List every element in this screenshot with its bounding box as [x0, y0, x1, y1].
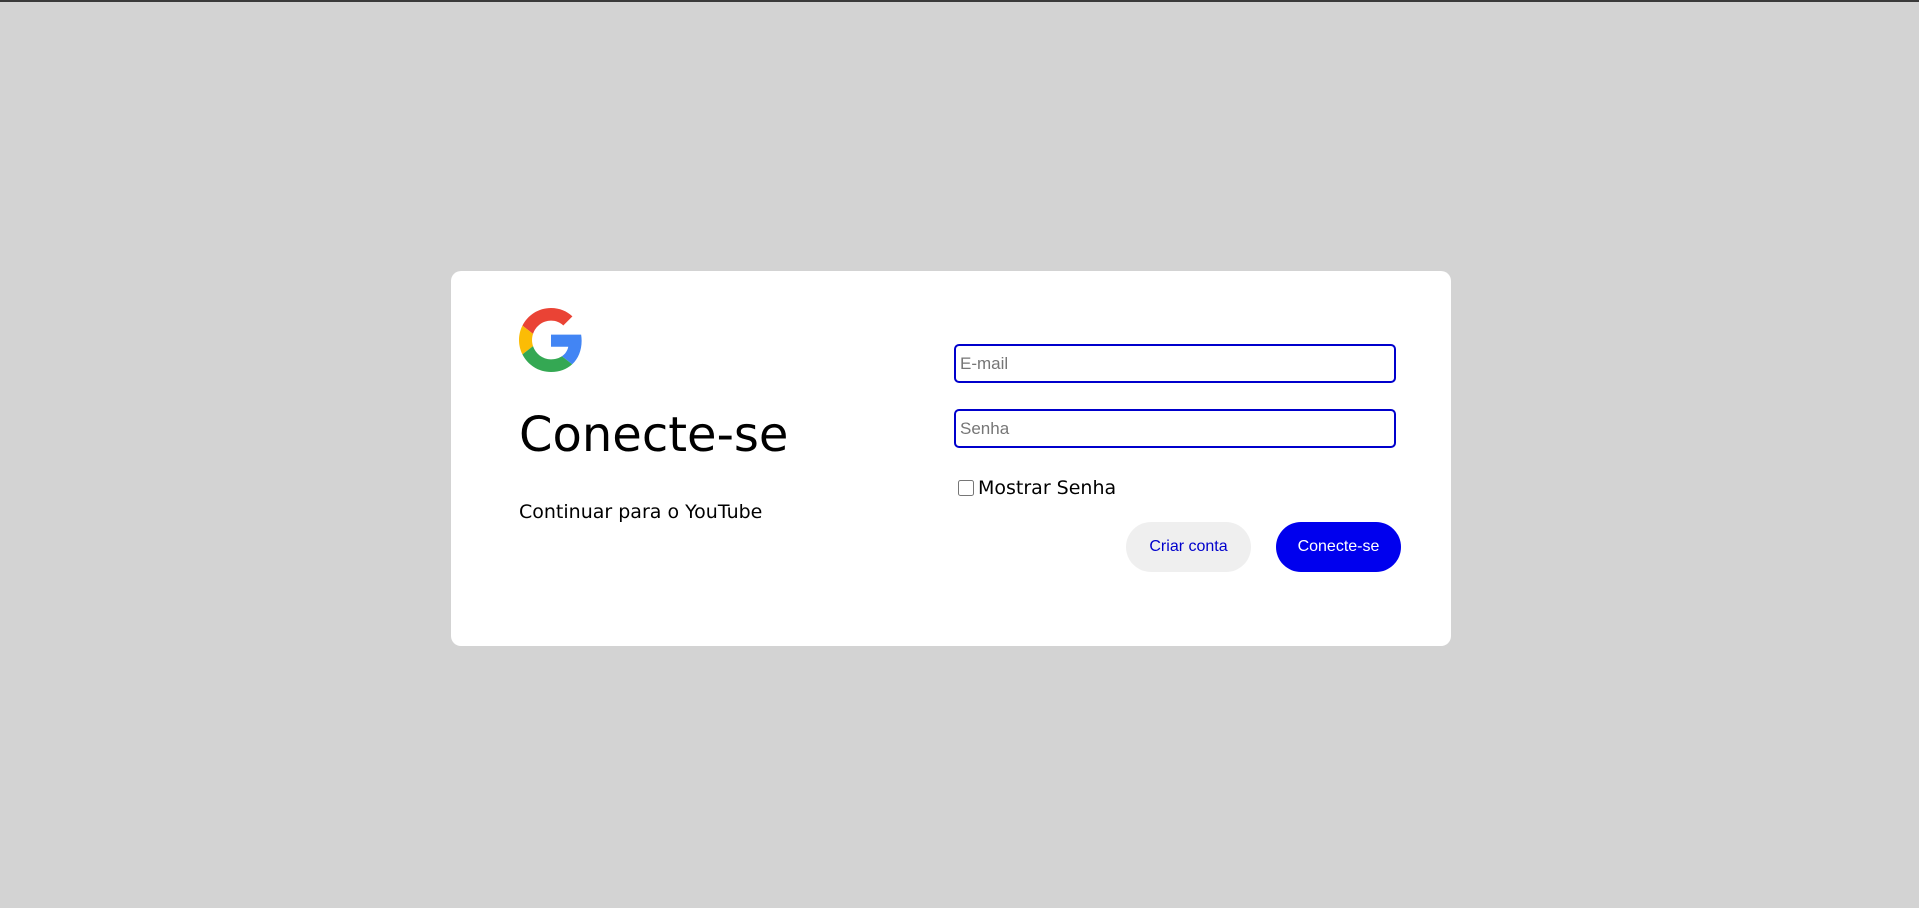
google-g-icon: [519, 308, 582, 372]
email-field[interactable]: [954, 344, 1396, 383]
sign-in-button[interactable]: Conecte-se: [1276, 522, 1401, 572]
show-password-checkbox[interactable]: [958, 480, 974, 496]
login-card: Conecte-se Continuar para o YouTube Most…: [451, 271, 1451, 646]
page-title: Conecte-se: [519, 407, 789, 463]
show-password-toggle[interactable]: Mostrar Senha: [958, 477, 1116, 499]
page-subtitle: Continuar para o YouTube: [519, 501, 763, 523]
password-field[interactable]: [954, 409, 1396, 448]
show-password-label: Mostrar Senha: [978, 477, 1117, 499]
top-border: [0, 0, 1919, 2]
create-account-button[interactable]: Criar conta: [1126, 522, 1251, 572]
